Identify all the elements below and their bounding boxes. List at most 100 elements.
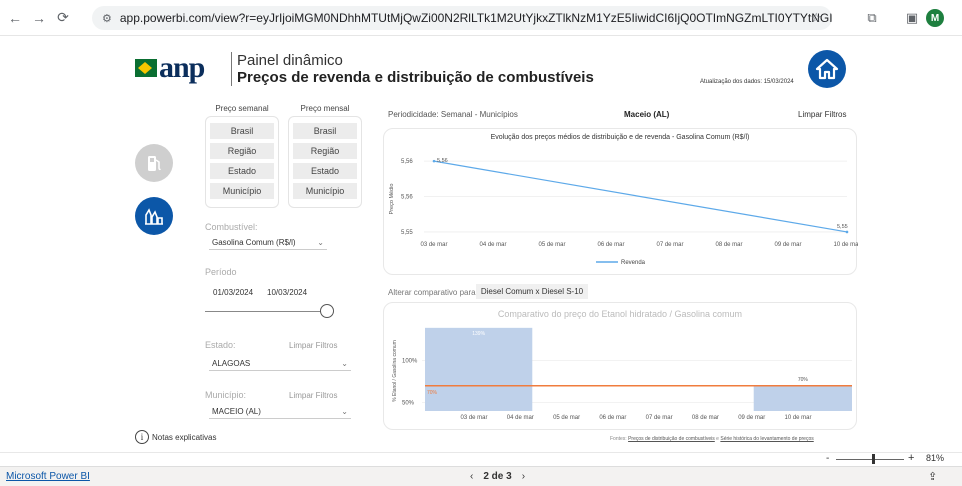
extensions-icon[interactable]: ⧉ xyxy=(864,10,880,26)
data-point xyxy=(432,159,436,163)
powerbi-footer: Microsoft Power BI ‹ 2 de 3 › ⇪ xyxy=(0,466,962,486)
x-tick-label: 08 de mar xyxy=(715,242,742,248)
next-page-icon[interactable]: › xyxy=(522,471,525,482)
weekly-price-group: Preço semanal Brasil Região Estado Munic… xyxy=(205,104,279,208)
report-canvas: anp Painel dinâmico Preços de revenda e … xyxy=(0,36,962,452)
bar-value-label: 139% xyxy=(472,331,485,337)
x-tick-label: 06 de mar xyxy=(599,415,626,421)
x-tick-label: 10 de mar xyxy=(833,242,858,248)
y-tick-label: 5,56 xyxy=(401,195,413,201)
ethanol-gasoline-chart: 50% 100% % Etanol / Gasolina comum 139% 70% 7… xyxy=(392,327,852,421)
forward-icon[interactable]: → xyxy=(30,9,48,27)
url-text: app.powerbi.com/view?r=eyJrIjoiMGM0NDhhM… xyxy=(119,11,832,25)
fontes-text: Fontes: Preços de distribuição de combus… xyxy=(610,436,814,442)
back-icon[interactable]: ← xyxy=(6,9,24,27)
reload-icon[interactable]: ⟳ xyxy=(54,9,72,27)
price-evolution-card: Evolução dos preços médios de distribuiç… xyxy=(383,128,858,275)
weekly-price-header: Preço semanal xyxy=(215,104,269,113)
combustivel-dropdown[interactable]: Gasolina Comum (R$/l) ⌄ xyxy=(209,235,327,250)
side-panel-icon[interactable]: ▣ xyxy=(904,10,920,26)
x-tick-label: 07 de mar xyxy=(656,242,683,248)
combustivel-label: Combustível: xyxy=(205,222,258,232)
zoom-slider[interactable] xyxy=(836,459,904,460)
fontes-link-serie[interactable]: Série histórica do levantamento de preço… xyxy=(720,436,813,442)
bar-03-de-mar xyxy=(425,327,533,411)
bar-value-label: 70% xyxy=(798,377,809,383)
municipio-clear-filter[interactable]: Limpar Filtros xyxy=(289,391,337,400)
page-subtitle: Painel dinâmico xyxy=(237,52,343,69)
y-axis-label: Preço Médio xyxy=(389,184,395,215)
profile-avatar[interactable]: M xyxy=(926,9,944,27)
top-clear-filters[interactable]: Limpar Filtros xyxy=(798,110,846,119)
municipio-value: MACEIO (AL) xyxy=(212,406,261,416)
page-indicator: 2 de 3 xyxy=(483,471,512,482)
browser-toolbar: ← → ⟳ ⚙ app.powerbi.com/view?r=eyJrIjoiM… xyxy=(0,0,962,36)
location-text: Maceio (AL) xyxy=(624,110,670,119)
monthly-municipio-button[interactable]: Município xyxy=(293,183,357,199)
page-title: Preços de revenda e distribuição de comb… xyxy=(237,69,594,86)
weekly-brasil-button[interactable]: Brasil xyxy=(210,123,274,139)
estado-clear-filter[interactable]: Limpar Filtros xyxy=(289,341,337,350)
x-tick-label: 07 de mar xyxy=(646,415,673,421)
y-tick-label: 100% xyxy=(402,359,418,365)
zoom-percent: 81% xyxy=(926,453,945,463)
period-slider-handle[interactable] xyxy=(320,304,334,318)
price-evolution-chart: 5,56 5,56 5,55 Preço Médio 03 de mar 04 de ma… xyxy=(389,158,858,266)
monthly-brasil-button[interactable]: Brasil xyxy=(293,123,357,139)
bookmark-star-icon[interactable]: ☆ xyxy=(810,10,822,26)
x-tick-label: 03 de mar xyxy=(420,242,447,248)
address-bar[interactable]: ⚙ app.powerbi.com/view?r=eyJrIjoiMGM0NDh… xyxy=(92,6,832,30)
refinery-icon[interactable] xyxy=(135,197,173,235)
combustivel-value: Gasolina Comum (R$/l) xyxy=(212,237,296,247)
chevron-down-icon: ⌄ xyxy=(341,406,348,416)
site-info-icon[interactable]: ⚙ xyxy=(102,12,112,25)
title-divider xyxy=(231,52,232,86)
estado-label: Estado: xyxy=(205,340,236,350)
diesel-comparativo-button[interactable]: Diesel Comum x Diesel S-10 xyxy=(476,284,588,299)
date-start-input[interactable]: 01/03/2024 xyxy=(209,285,258,299)
x-tick-label: 09 de mar xyxy=(738,415,765,421)
legend-label-revenda: Revenda xyxy=(621,260,646,266)
y-tick-label: 5,55 xyxy=(401,230,413,236)
estado-value: ALAGOAS xyxy=(212,358,251,368)
date-end-input[interactable]: 10/03/2024 xyxy=(263,285,312,299)
monthly-estado-button[interactable]: Estado xyxy=(293,163,357,179)
home-button[interactable] xyxy=(808,50,846,88)
x-tick-label: 08 de mar xyxy=(692,415,719,421)
weekly-estado-button[interactable]: Estado xyxy=(210,163,274,179)
x-tick-label: 10 de mar xyxy=(784,415,811,421)
x-tick-label: 04 de mar xyxy=(507,415,534,421)
zoom-out-button[interactable]: - xyxy=(826,453,829,464)
data-point xyxy=(845,230,849,234)
monthly-price-header: Preço mensal xyxy=(300,104,350,113)
monthly-regiao-button[interactable]: Região xyxy=(293,143,357,159)
data-label: 5,55 xyxy=(837,224,848,230)
weekly-municipio-button[interactable]: Município xyxy=(210,183,274,199)
period-slider-track[interactable] xyxy=(205,311,323,312)
estado-dropdown[interactable]: ALAGOAS ⌄ xyxy=(209,356,351,371)
zoom-slider-handle[interactable] xyxy=(872,454,875,464)
y-tick-label: 50% xyxy=(402,401,415,407)
update-date: Atualização dos dados: 15/03/2024 xyxy=(700,79,794,85)
municipio-dropdown[interactable]: MACEIO (AL) ⌄ xyxy=(209,404,351,419)
y-tick-label: 5,56 xyxy=(401,159,413,165)
fontes-link-distribuicao[interactable]: Preços de distribuição de combustíveis xyxy=(628,436,715,442)
page-navigator: ‹ 2 de 3 › xyxy=(470,471,525,482)
prev-page-icon[interactable]: ‹ xyxy=(470,471,473,482)
data-label: 5,56 xyxy=(437,158,448,164)
zoom-in-button[interactable]: + xyxy=(908,452,914,464)
powerbi-link[interactable]: Microsoft Power BI xyxy=(6,471,90,482)
monthly-price-group: Preço mensal Brasil Região Estado Municí… xyxy=(288,104,362,208)
chevron-down-icon: ⌄ xyxy=(317,237,324,247)
y-axis-label: % Etanol / Gasolina comum xyxy=(392,340,398,402)
ethanol-gasoline-card: Comparativo do preço do Etanol hidratado… xyxy=(383,302,857,430)
share-icon[interactable]: ⇪ xyxy=(928,470,937,483)
chevron-down-icon: ⌄ xyxy=(341,358,348,368)
alterar-comparativo-label: Alterar comparativo para: xyxy=(388,288,478,297)
x-tick-label: 06 de mar xyxy=(597,242,624,248)
notas-explicativas-button[interactable]: i Notas explicativas xyxy=(135,430,216,444)
weekly-regiao-button[interactable]: Região xyxy=(210,143,274,159)
periodicidade-text: Periodicidade: Semanal - Municípios xyxy=(388,110,518,119)
x-tick-label: 05 de mar xyxy=(553,415,580,421)
fuel-pump-icon[interactable] xyxy=(135,144,173,182)
